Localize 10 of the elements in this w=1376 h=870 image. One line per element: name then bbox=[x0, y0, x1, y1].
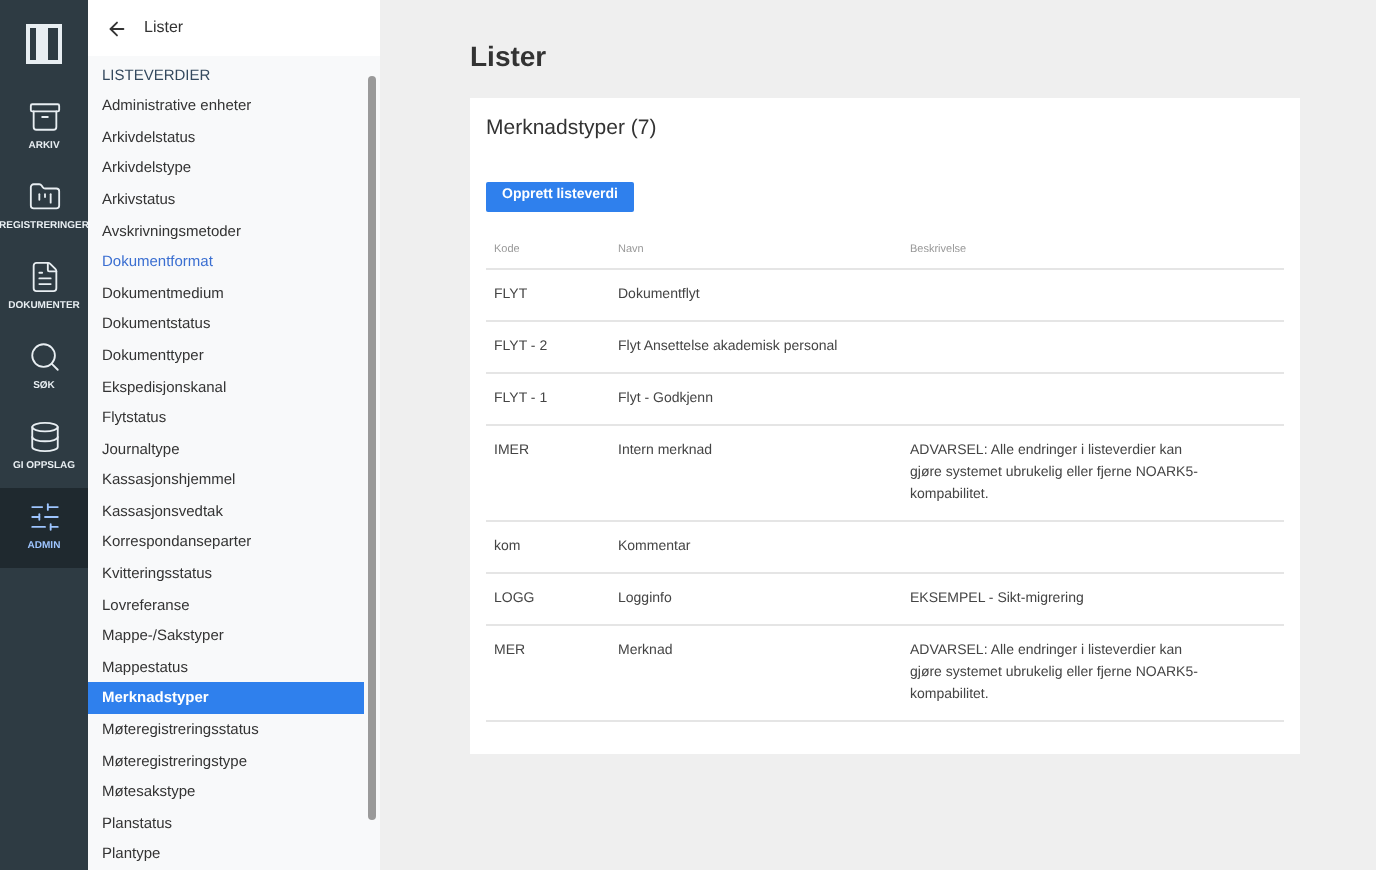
sliders-icon bbox=[27, 500, 61, 535]
database-icon bbox=[27, 420, 61, 455]
back-arrow-icon bbox=[106, 17, 128, 39]
card-title: Merknadstyper (7) bbox=[486, 114, 659, 144]
archive-icon bbox=[27, 100, 61, 135]
document-icon bbox=[27, 260, 61, 295]
book-logo-icon bbox=[26, 22, 62, 66]
search-icon bbox=[27, 340, 61, 375]
back-link[interactable]: Lister bbox=[88, 0, 380, 56]
page-title: Lister bbox=[470, 38, 549, 76]
